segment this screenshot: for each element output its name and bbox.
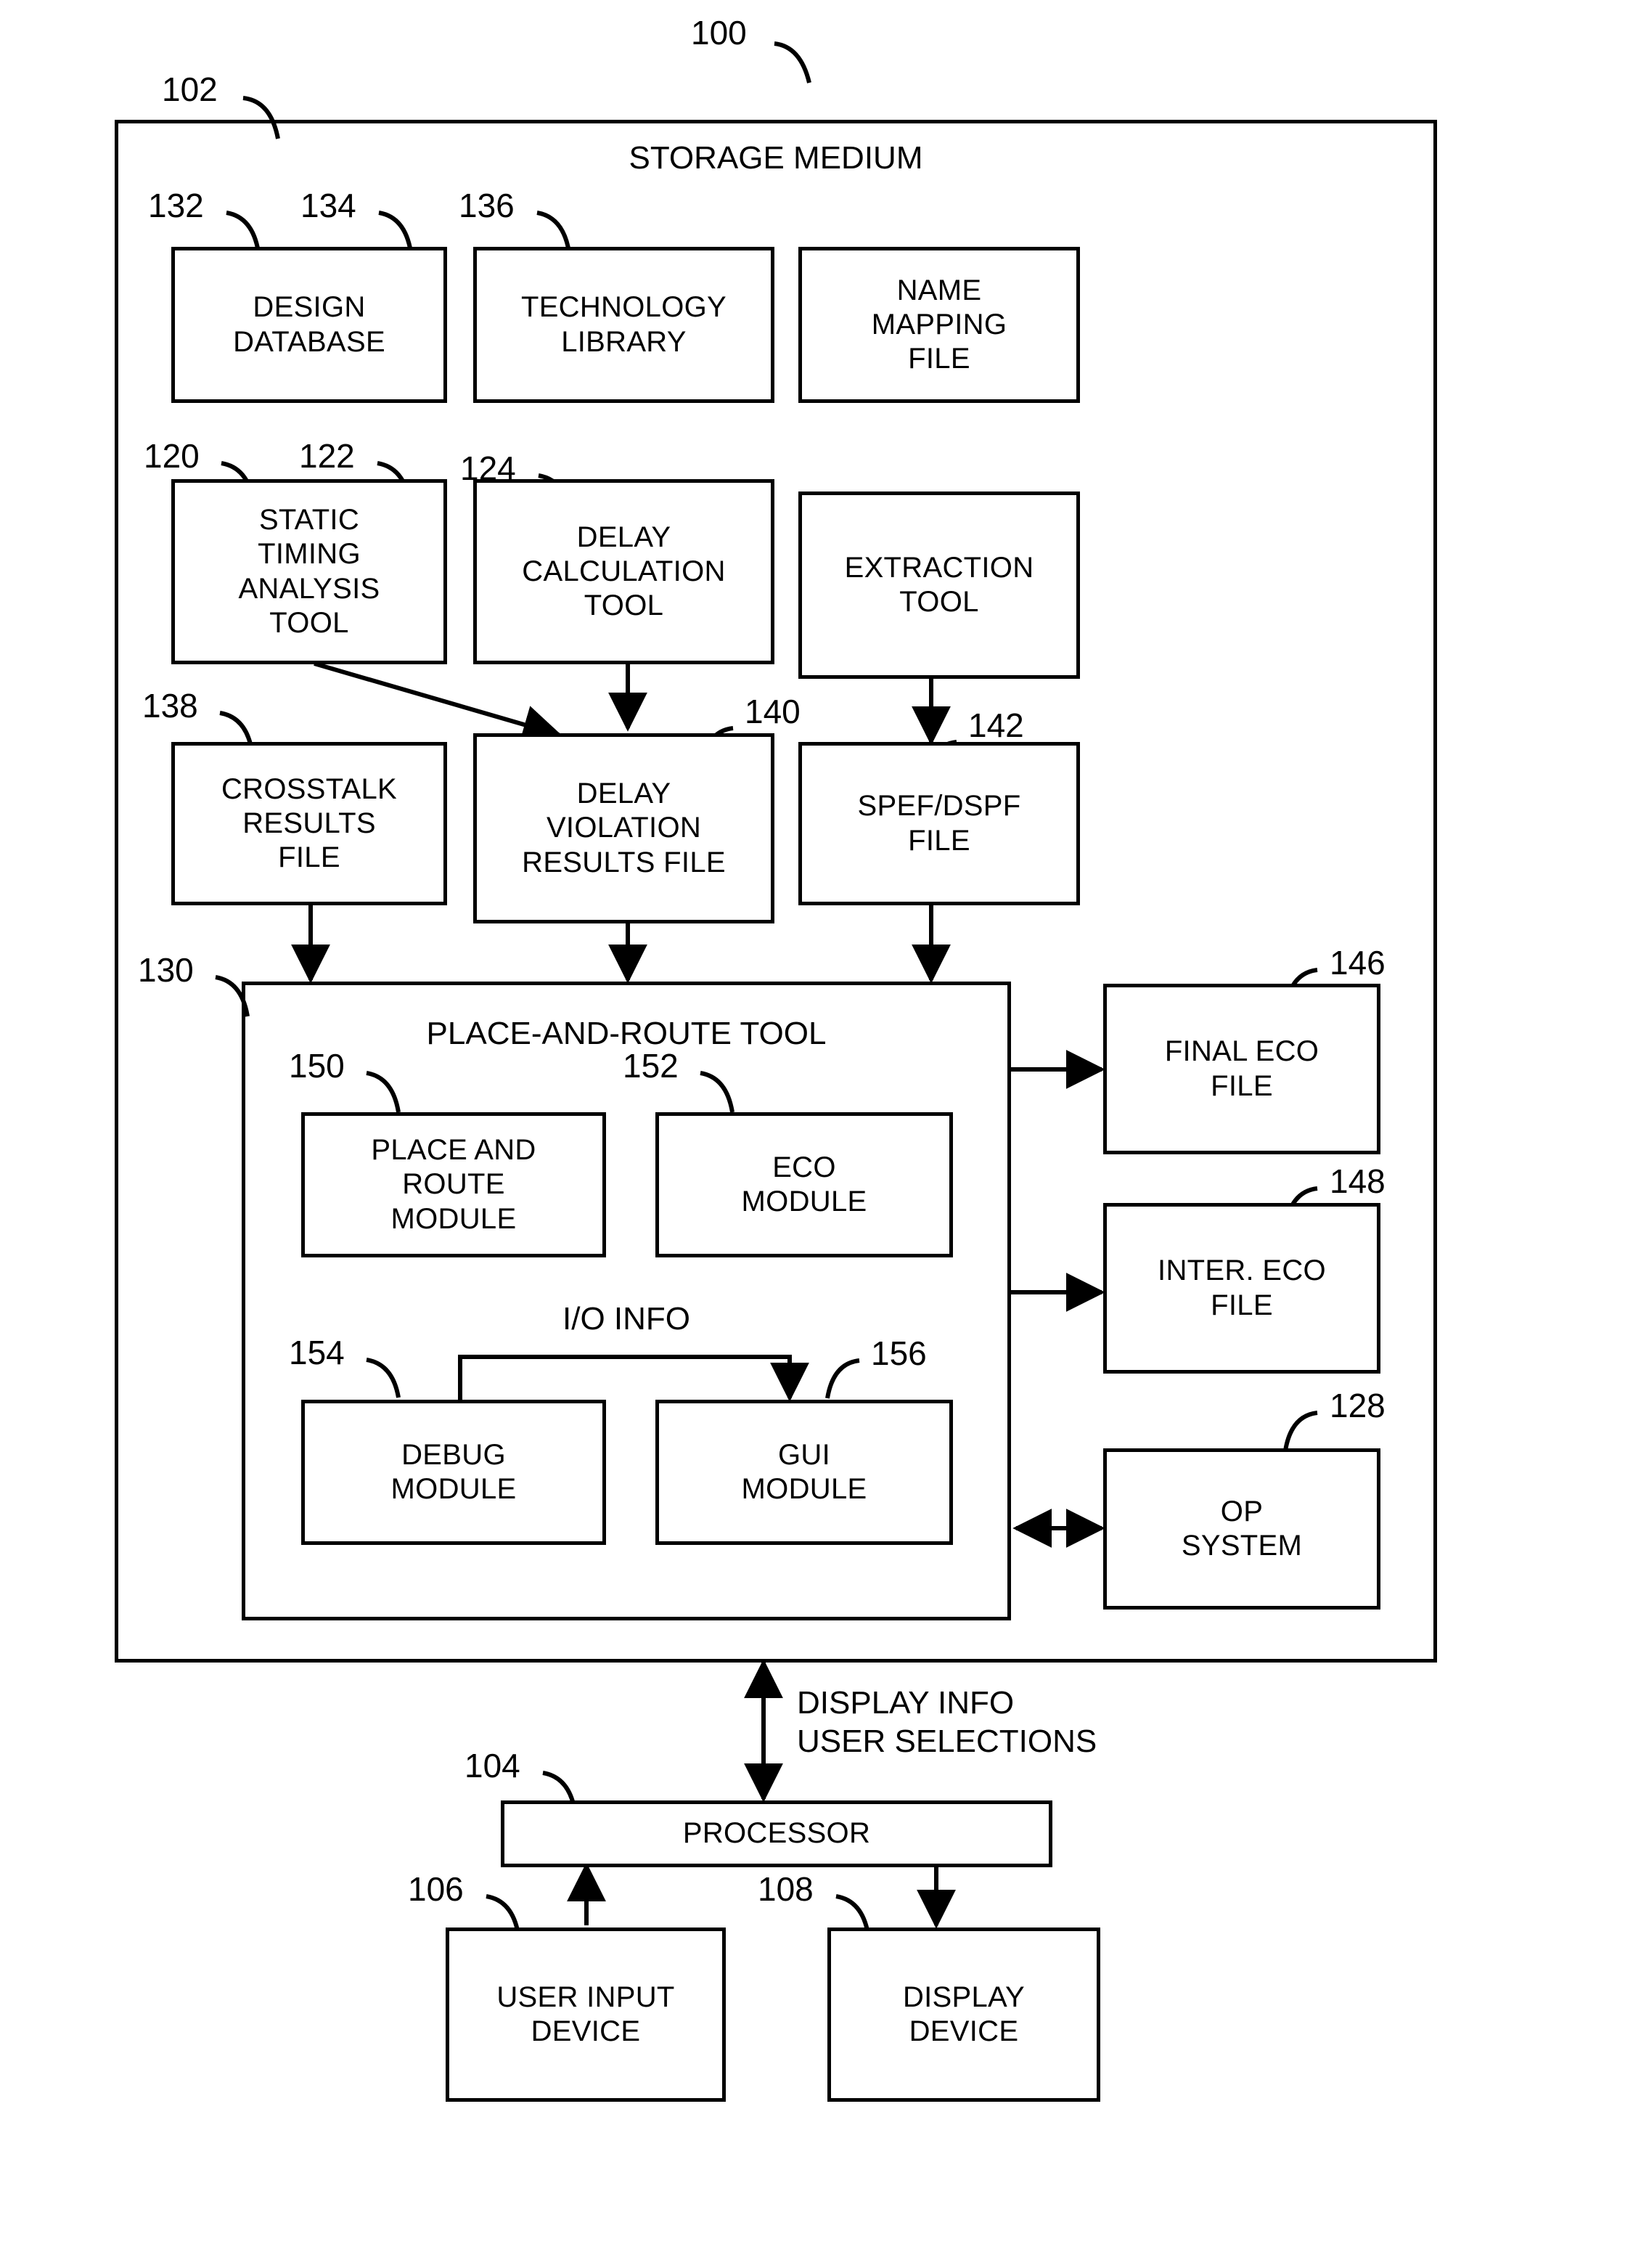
technology-library-label: TECHNOLOGY LIBRARY — [520, 291, 727, 358]
place-and-route-module-block[interactable]: PLACE AND ROUTE MODULE — [301, 1112, 606, 1257]
eco-module-block[interactable]: ECO MODULE — [655, 1112, 953, 1257]
inter-eco-file-label: INTER. ECO FILE — [1158, 1255, 1326, 1321]
display-info-user-selections-label: DISPLAY INFO USER SELECTIONS — [797, 1685, 1097, 1759]
processor-block[interactable]: PROCESSOR — [501, 1800, 1052, 1867]
static-timing-analysis-tool-block[interactable]: STATIC TIMING ANALYSIS TOOL — [171, 479, 447, 664]
display-device-block[interactable]: DISPLAY DEVICE — [827, 1928, 1100, 2102]
delay-calculation-tool-block[interactable]: DELAY CALCULATION TOOL — [473, 479, 774, 664]
leader-100 — [774, 41, 811, 83]
eco-module-label: ECO MODULE — [741, 1151, 867, 1217]
gui-module-label: GUI MODULE — [741, 1438, 867, 1505]
static-timing-analysis-tool-label: STATIC TIMING ANALYSIS TOOL — [238, 504, 380, 639]
spef-dspf-file-block[interactable]: SPEF/DSPF FILE — [798, 742, 1080, 905]
crosstalk-results-file-label: CROSSTALK RESULTS FILE — [221, 772, 398, 874]
op-system-block[interactable]: OP SYSTEM — [1103, 1448, 1380, 1610]
technology-library-block[interactable]: TECHNOLOGY LIBRARY — [473, 247, 774, 403]
spef-dspf-file-label: SPEF/DSPF FILE — [857, 790, 1021, 857]
ref-108: 108 — [758, 1870, 814, 1908]
delay-calculation-tool-label: DELAY CALCULATION TOOL — [522, 521, 726, 622]
ref-100: 100 — [691, 14, 747, 52]
design-database-label: DESIGN DATABASE — [233, 291, 385, 358]
delay-violation-results-file-label: DELAY VIOLATION RESULTS FILE — [522, 778, 726, 878]
name-mapping-file-block[interactable]: NAME MAPPING FILE — [798, 247, 1080, 403]
delay-violation-results-file-block[interactable]: DELAY VIOLATION RESULTS FILE — [473, 733, 774, 923]
place-and-route-module-label: PLACE AND ROUTE MODULE — [371, 1134, 536, 1235]
inter-eco-file-block[interactable]: INTER. ECO FILE — [1103, 1203, 1380, 1374]
debug-module-block[interactable]: DEBUG MODULE — [301, 1400, 606, 1545]
display-device-label: DISPLAY DEVICE — [902, 1981, 1026, 2047]
crosstalk-results-file-block[interactable]: CROSSTALK RESULTS FILE — [171, 742, 447, 905]
ref-102: 102 — [162, 70, 218, 108]
op-system-label: OP SYSTEM — [1181, 1495, 1303, 1562]
processor-label: PROCESSOR — [682, 1817, 871, 1850]
gui-module-block[interactable]: GUI MODULE — [655, 1400, 953, 1545]
io-info-label: I/O INFO — [562, 1301, 690, 1337]
ref-106: 106 — [408, 1870, 464, 1908]
design-database-block[interactable]: DESIGN DATABASE — [171, 247, 447, 403]
ref-104: 104 — [465, 1747, 520, 1784]
place-and-route-tool-title: PLACE-AND-ROUTE TOOL — [426, 1016, 827, 1051]
user-input-device-block[interactable]: USER INPUT DEVICE — [446, 1928, 726, 2102]
extraction-tool-block[interactable]: EXTRACTION TOOL — [798, 491, 1080, 679]
storage-medium-title: STORAGE MEDIUM — [629, 140, 923, 176]
extraction-tool-label: EXTRACTION TOOL — [844, 551, 1034, 618]
final-eco-file-label: FINAL ECO FILE — [1164, 1035, 1319, 1102]
figure-canvas: 100 102 132 134 136 120 122 124 138 140 … — [0, 0, 1641, 2268]
final-eco-file-block[interactable]: FINAL ECO FILE — [1103, 984, 1380, 1154]
name-mapping-file-label: NAME MAPPING FILE — [871, 274, 1007, 375]
user-input-device-label: USER INPUT DEVICE — [496, 1981, 675, 2047]
debug-module-label: DEBUG MODULE — [390, 1438, 517, 1505]
